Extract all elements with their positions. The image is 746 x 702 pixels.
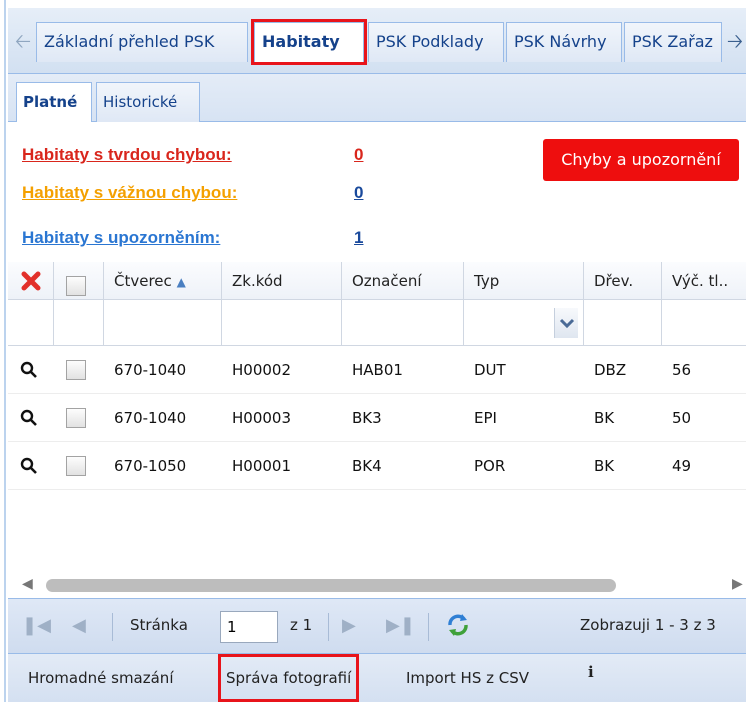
cell-drev: BK	[594, 409, 615, 427]
col-ctverec-label: Čtverec	[114, 272, 172, 290]
select-column-header	[54, 262, 104, 346]
scroll-left-icon[interactable]: ◀	[22, 576, 33, 592]
col-oznaceni-label: Označení	[352, 272, 422, 290]
cell-ctverec: 670-1040	[114, 361, 187, 379]
delete-x-icon[interactable]	[20, 270, 42, 292]
paging-toolbar: ❚◀ ◀ Stránka 1 z 1 ▶ ▶❚ Zobrazuji 1 - 3 …	[8, 598, 746, 654]
typ-filter-dropdown-icon[interactable]	[554, 308, 578, 338]
cell-typ: DUT	[474, 361, 506, 379]
tab-psk-zarazeni[interactable]: PSK Zařaz	[624, 22, 722, 62]
cell-oznaceni: BK3	[352, 409, 382, 427]
col-vyc-tl-label: Výč. tl..	[672, 272, 729, 290]
prev-page-icon[interactable]: ◀	[72, 615, 86, 636]
paging-summary: Zobrazuji 1 - 3 z 3	[580, 616, 716, 634]
scrollbar-thumb[interactable]	[46, 579, 616, 592]
hard-error-link[interactable]: Habitaty s tvrdou chybou:	[22, 145, 232, 165]
select-all-checkbox[interactable]	[66, 276, 86, 296]
main-tab-bar: 🡠 Základní přehled PSK Habitaty PSK Podk…	[8, 8, 746, 74]
serious-error-count[interactable]: 0	[354, 183, 363, 203]
bottom-toolbar: Hromadné smazání Správa fotografií Impor…	[8, 654, 746, 702]
magnifier-icon[interactable]	[20, 409, 38, 427]
col-drev[interactable]: Dřev.	[584, 262, 662, 346]
info-icon[interactable]: i	[588, 648, 594, 696]
last-page-icon[interactable]: ▶❚	[386, 615, 415, 636]
col-oznaceni[interactable]: Označení	[342, 262, 464, 346]
tab-historicke[interactable]: Historické	[96, 82, 200, 122]
row-checkbox[interactable]	[66, 360, 86, 380]
separator	[328, 613, 329, 641]
cell-drev: BK	[594, 457, 615, 475]
row-checkbox[interactable]	[66, 456, 86, 476]
tab-zakladni-prehled[interactable]: Základní přehled PSK	[36, 22, 248, 62]
page-number-input[interactable]: 1	[220, 611, 278, 643]
tab-psk-podklady[interactable]: PSK Podklady	[368, 22, 504, 62]
col-zk-kod-label: Zk.kód	[232, 272, 283, 290]
page-label: Stránka	[130, 616, 188, 634]
separator	[112, 613, 113, 641]
import-csv-button[interactable]: Import HS z CSV	[406, 654, 529, 702]
bulk-delete-button[interactable]: Hromadné smazání	[28, 654, 173, 702]
delete-column-header	[8, 262, 54, 346]
tab-platne[interactable]: Platné	[16, 82, 92, 122]
table-row[interactable]: 670-1050 H00001 BK4 POR BK 49	[8, 442, 746, 490]
row-checkbox[interactable]	[66, 408, 86, 428]
cell-zk-kod: H00001	[232, 457, 291, 475]
tab-scroll-left-icon[interactable]: 🡠	[12, 30, 34, 52]
warning-link[interactable]: Habitaty s upozorněním:	[22, 228, 220, 248]
cell-typ: EPI	[474, 409, 497, 427]
col-drev-label: Dřev.	[594, 272, 634, 290]
cell-ctverec: 670-1040	[114, 409, 187, 427]
sub-tab-bar: Platné Historické	[8, 74, 746, 122]
hard-error-count[interactable]: 0	[354, 145, 363, 165]
sort-asc-icon: ▲	[176, 275, 186, 289]
cell-oznaceni: HAB01	[352, 361, 403, 379]
cell-vyc-tl: 50	[672, 409, 692, 427]
table-row[interactable]: 670-1040 H00003 BK3 EPI BK 50	[8, 394, 746, 442]
col-typ[interactable]: Typ	[464, 262, 584, 346]
col-zk-kod[interactable]: Zk.kód	[222, 262, 342, 346]
serious-error-link[interactable]: Habitaty s vážnou chybou:	[22, 183, 237, 203]
col-ctverec[interactable]: Čtverec ▲	[104, 262, 222, 346]
scroll-right-icon[interactable]: ▶	[732, 576, 743, 592]
cell-drev: DBZ	[594, 361, 627, 379]
cell-zk-kod: H00002	[232, 361, 291, 379]
cell-ctverec: 670-1050	[114, 457, 187, 475]
col-typ-label: Typ	[474, 272, 500, 290]
horizontal-scrollbar[interactable]: ◀ ▶	[8, 574, 746, 596]
left-border	[4, 0, 6, 702]
table-row[interactable]: 670-1040 H00002 HAB01 DUT DBZ 56	[8, 346, 746, 394]
tab-psk-navrhy[interactable]: PSK Návrhy	[506, 22, 622, 62]
col-vyc-tl[interactable]: Výč. tl..	[662, 262, 746, 346]
magnifier-icon[interactable]	[20, 457, 38, 475]
errors-and-warnings-button[interactable]: Chyby a upozornění	[543, 139, 739, 181]
cell-vyc-tl: 49	[672, 457, 692, 475]
page-of-label: z 1	[290, 616, 313, 634]
tab-habitaty[interactable]: Habitaty	[251, 19, 367, 65]
refresh-icon[interactable]	[444, 611, 472, 639]
cell-typ: POR	[474, 457, 506, 475]
habitat-grid: Čtverec ▲ Zk.kód Označení Typ Dřev. Výč.…	[8, 262, 746, 596]
cell-oznaceni: BK4	[352, 457, 382, 475]
warning-count[interactable]: 1	[354, 228, 363, 248]
cell-zk-kod: H00003	[232, 409, 291, 427]
photo-management-button[interactable]: Správa fotografií	[218, 654, 360, 702]
cell-vyc-tl: 56	[672, 361, 692, 379]
next-page-icon[interactable]: ▶	[342, 615, 356, 636]
tab-scroll-right-icon[interactable]: 🡢	[724, 30, 746, 52]
separator	[428, 613, 429, 641]
magnifier-icon[interactable]	[20, 361, 38, 379]
first-page-icon[interactable]: ❚◀	[22, 615, 51, 636]
